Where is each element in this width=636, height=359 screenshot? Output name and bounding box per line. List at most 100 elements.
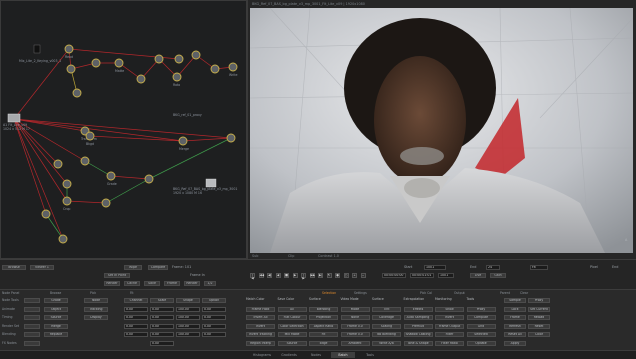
graph-node[interactable] xyxy=(66,64,76,74)
param-group-item[interactable]: Invert xyxy=(246,323,275,329)
node-edge[interactable] xyxy=(66,200,107,204)
param-option[interactable]: Grade xyxy=(44,298,68,303)
go-end-icon[interactable]: ▶| xyxy=(318,273,323,278)
param-row-toggle[interactable] xyxy=(24,315,40,320)
param-group-item[interactable]: Mix Mode xyxy=(277,332,307,337)
graph-node[interactable] xyxy=(144,174,154,184)
step-forward-icon[interactable]: |▶ xyxy=(301,273,306,280)
graph-node[interactable] xyxy=(58,234,68,244)
graph-node[interactable]: Roto xyxy=(172,72,182,87)
record-icon[interactable]: ● xyxy=(335,273,340,278)
viewer-panel[interactable]: BKG_Ref_07_BAS_bg_plate_v3_mp_3001_Flt_L… xyxy=(247,0,636,259)
param-option[interactable]: Tracking xyxy=(84,306,108,312)
read-node-thumbnail[interactable] xyxy=(7,113,21,123)
graph-node[interactable] xyxy=(80,156,90,166)
out-timecode-field[interactable]: 00:00:01:01 xyxy=(410,273,434,278)
param-value-field[interactable]: 0.00 xyxy=(150,306,174,312)
dot-node[interactable] xyxy=(33,44,41,54)
param-option[interactable]: Merge xyxy=(44,323,68,329)
bkg-node-thumbnail[interactable] xyxy=(205,178,217,188)
param-value-field[interactable]: 0.00 xyxy=(124,306,148,312)
param-group-item[interactable]: Color Selection xyxy=(277,323,307,329)
right-panel-button[interactable]: Apply xyxy=(504,340,526,346)
graph-node[interactable]: Crop xyxy=(62,196,72,211)
graph-node[interactable]: Bkgd xyxy=(85,131,95,146)
set-in-point-button[interactable]: Set In Point xyxy=(104,273,130,278)
params-header-label[interactable]: Output xyxy=(454,291,465,296)
param-group-item[interactable]: Grid xyxy=(466,323,496,329)
playback-controls[interactable]: |◀ ◀◀ ◀| ◀ ■ ▶ |▶ ▶▶ ▶| ↻ ● ○ + − xyxy=(250,273,370,280)
params-header-label[interactable]: Clear xyxy=(520,291,528,296)
params-header-label[interactable]: Browse xyxy=(50,291,61,296)
param-value-field[interactable]: 100.00 xyxy=(176,306,200,312)
tab-batch[interactable]: Batch xyxy=(331,352,355,358)
range-field[interactable]: 1001 xyxy=(438,273,454,278)
live-button[interactable]: Live xyxy=(470,273,486,278)
param-group-item[interactable]: Selected xyxy=(466,332,496,337)
params-header-label[interactable]: Fit xyxy=(130,291,134,296)
frame-field[interactable]: 1001 xyxy=(424,265,446,270)
node-edge[interactable] xyxy=(13,118,47,215)
param-option[interactable]: Scale xyxy=(150,298,174,303)
params-header-label[interactable]: Parent xyxy=(500,291,510,296)
graph-node[interactable] xyxy=(226,133,236,143)
graph-node[interactable] xyxy=(53,159,63,169)
param-group-item[interactable]: Filter xyxy=(435,332,464,337)
node-edge[interactable] xyxy=(182,137,232,142)
param-group-item[interactable]: Premult xyxy=(403,323,433,329)
param-value-field[interactable]: 0.00 xyxy=(150,315,174,320)
step-back-icon[interactable]: ◀| xyxy=(267,273,272,278)
parameters-groups[interactable]: Match Color Frame Hold Invert All Invert Inv… xyxy=(246,297,498,350)
param-group-item[interactable]: Frame Output xyxy=(435,323,464,329)
param-group-item[interactable]: Filter Ratio xyxy=(435,340,464,346)
add-key-icon[interactable]: + xyxy=(352,273,357,278)
fps-field[interactable]: 24 xyxy=(486,265,500,270)
param-group-item[interactable]: Mode xyxy=(340,306,370,312)
param-group-item[interactable]: Region Interp xyxy=(246,340,275,346)
graph-node[interactable] xyxy=(174,54,184,64)
param-value-field[interactable]: 0.00 xyxy=(124,315,148,320)
node-edge[interactable] xyxy=(89,135,184,142)
node-graph-canvas[interactable]: ReadMatteRotoWriteTransformGradeCropMerg… xyxy=(1,1,246,258)
param-group-item[interactable]: Coverage xyxy=(372,315,401,320)
rewind-icon[interactable]: ◀◀ xyxy=(258,273,264,278)
graph-node[interactable] xyxy=(191,50,201,60)
param-value-field[interactable]: 0.00 xyxy=(124,332,148,337)
param-value-field[interactable]: 0.00 xyxy=(202,315,226,320)
param-group-item[interactable]: Auto Sampling xyxy=(403,315,433,320)
right-panel-button[interactable]: Reset xyxy=(528,323,550,329)
param-group-item[interactable]: Fit xyxy=(309,332,338,337)
cache-button[interactable]: Cache xyxy=(124,281,140,286)
param-group-item[interactable]: Projection xyxy=(309,315,338,320)
param-row-toggle[interactable] xyxy=(24,298,40,303)
param-value-field[interactable]: 100.00 xyxy=(176,323,200,329)
browse-button[interactable]: Browse xyxy=(2,265,26,270)
tab-gradients[interactable]: Gradients xyxy=(277,352,301,358)
right-panel-button[interactable]: Reset All xyxy=(504,332,526,337)
graph-node[interactable] xyxy=(154,54,164,64)
fast-forward-icon[interactable]: ▶▶ xyxy=(309,273,315,278)
play-back-icon[interactable]: ◀ xyxy=(275,273,281,278)
param-group-item[interactable]: Flat Colour xyxy=(277,315,307,320)
param-group-item[interactable]: All xyxy=(277,306,307,312)
go-start-icon[interactable]: |◀ xyxy=(250,273,255,280)
param-option[interactable]: Source xyxy=(44,315,68,320)
viewer-select[interactable]: Viewer 1 xyxy=(30,265,54,270)
node-edge[interactable] xyxy=(148,137,232,180)
graph-node[interactable] xyxy=(91,58,101,68)
param-row-toggle[interactable] xyxy=(24,323,40,329)
graph-node[interactable] xyxy=(210,64,220,74)
param-value-field[interactable]: 0.00 xyxy=(150,323,174,329)
param-option[interactable]: Option xyxy=(202,298,226,303)
node-edge[interactable] xyxy=(84,160,112,177)
param-group-item[interactable]: Frame 0.0 xyxy=(340,332,370,337)
right-panel-button[interactable]: Proxy xyxy=(528,298,550,303)
render-button[interactable]: Render xyxy=(104,281,120,286)
param-group-item[interactable]: Invert Tracking xyxy=(246,332,275,337)
parameters-right-panel[interactable]: Sample Proxy Lock Set Current Frame Reload Ref… xyxy=(500,298,634,350)
wipe-button[interactable]: Wipe xyxy=(124,265,142,270)
param-group-item[interactable]: Blending xyxy=(309,306,338,312)
parameters-panel[interactable]: Node Panel Browse Pick Fit Selection Settings… xyxy=(0,289,636,351)
param-group-item[interactable]: Tint xyxy=(372,306,401,312)
params-header-label[interactable]: Pick xyxy=(90,291,96,296)
